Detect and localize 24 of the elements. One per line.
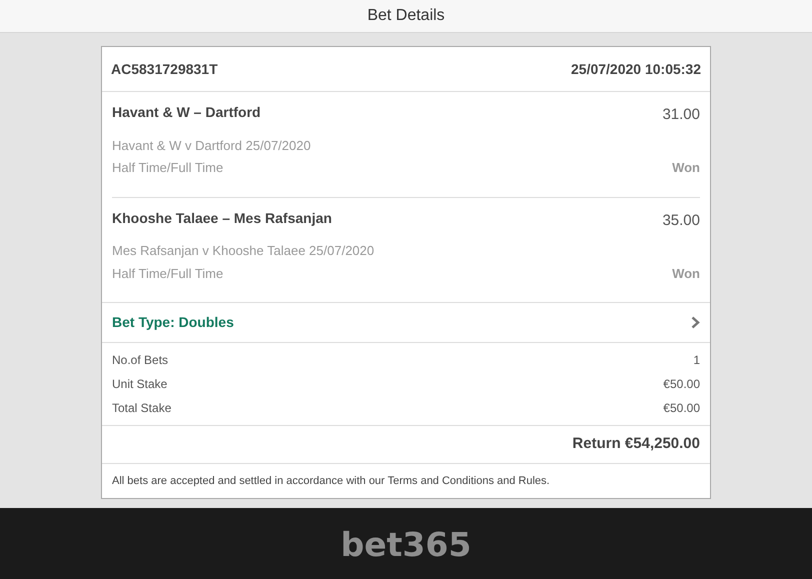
logo[interactable]: bet365 xyxy=(340,528,472,561)
selection-result: Won xyxy=(672,159,700,177)
stake-value: €50.00 xyxy=(663,400,700,417)
market-name: Half Time/Full Time xyxy=(112,159,224,177)
selection-odds: 35.00 xyxy=(662,210,700,230)
selection-result: Won xyxy=(672,264,700,282)
event-name: Havant & W v Dartford 25/07/2020 xyxy=(112,136,312,154)
selection-name: Havant & W – Dartford xyxy=(112,103,261,122)
stake-label: No.of Bets xyxy=(112,352,168,369)
stake-value: €50.00 xyxy=(663,376,700,393)
market-name: Half Time/Full Time xyxy=(112,264,224,282)
stake-label: Total Stake xyxy=(112,400,172,417)
terms-text: All bets are accepted and settled in accordance with our Terms and Conditions and Rules. xyxy=(112,474,550,489)
selection-odds: 31.00 xyxy=(662,105,700,125)
bet-date: 25/07/2020 10:05:32 xyxy=(571,60,701,78)
bet-type-row[interactable]: Bet Type: Doubles xyxy=(102,302,710,343)
page-title: Bet Details xyxy=(367,6,445,26)
bet-reference: AC5831729831T xyxy=(111,60,218,78)
event-name: Mes Rafsanjan v Khooshe Talaee 25/07/2020 xyxy=(112,242,376,260)
stake-label: Unit Stake xyxy=(112,376,168,393)
stake-value: 1 xyxy=(693,352,700,369)
selection-name: Khooshe Talaee – Mes Rafsanjan xyxy=(112,208,332,228)
return-amount: Return €54,250.00 xyxy=(572,434,700,454)
chevron-right-icon xyxy=(691,316,700,329)
